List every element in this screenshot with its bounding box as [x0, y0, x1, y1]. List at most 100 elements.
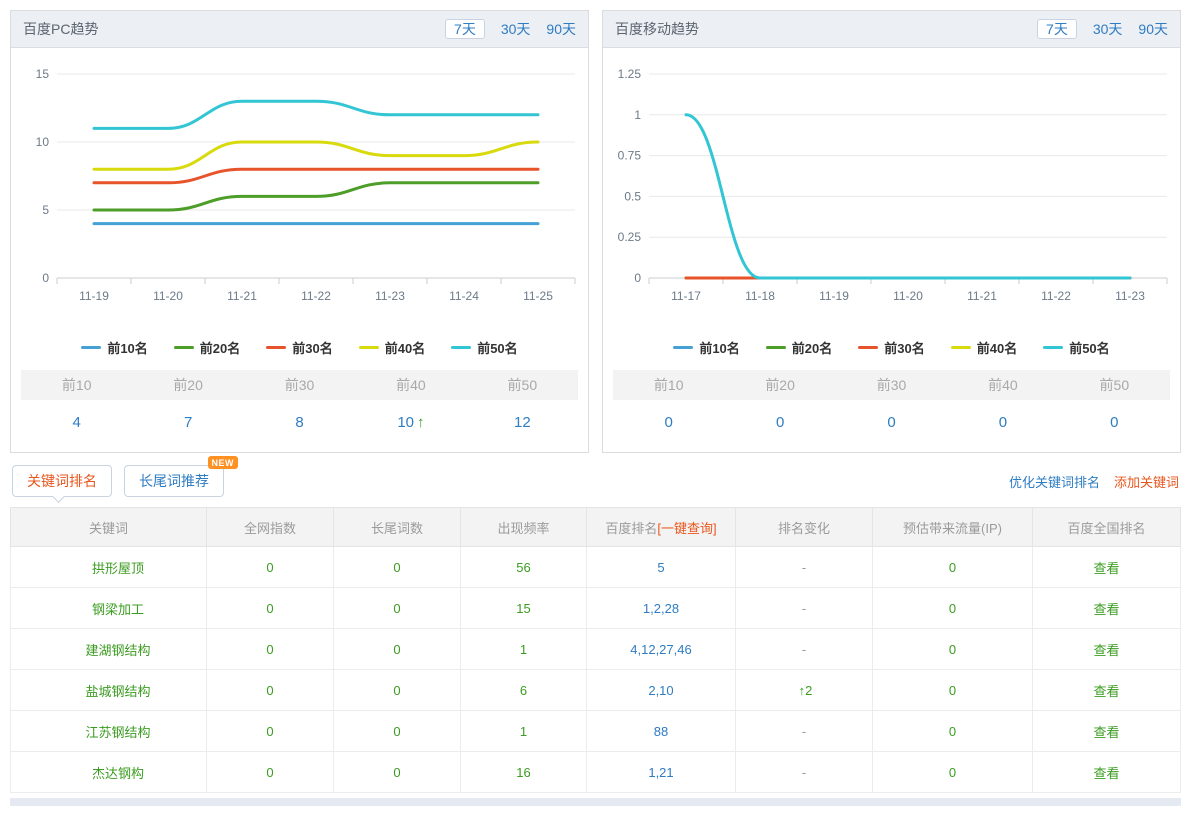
legend-item-前20名[interactable]: 前20名 — [174, 338, 240, 357]
legend-dash-icon — [359, 346, 379, 349]
baidu-rank-link[interactable]: 5 — [657, 560, 664, 575]
cell-traffic: 0 — [873, 711, 1033, 752]
legend-label: 前50名 — [1069, 338, 1109, 357]
legend-item-前30名[interactable]: 前30名 — [266, 338, 332, 357]
baidu-rank-link[interactable]: 4,12,27,46 — [630, 642, 691, 657]
baidu-rank-link[interactable]: 2,10 — [648, 683, 673, 698]
cell-keyword: 杰达钢构 — [11, 752, 207, 793]
view-link[interactable]: 查看 — [1093, 561, 1119, 576]
legend-dash-icon — [174, 346, 194, 349]
summary-value-前20[interactable]: 7 — [132, 414, 243, 431]
x-tick-label: 11-21 — [227, 289, 257, 303]
legend-item-前30名[interactable]: 前30名 — [858, 338, 924, 357]
summary-value-前10[interactable]: 4 — [21, 414, 132, 431]
cell-longtail: 0 — [334, 711, 461, 752]
view-link[interactable]: 查看 — [1093, 684, 1119, 699]
legend-dash-icon — [451, 346, 471, 349]
summary-value-前50[interactable]: 12 — [467, 414, 578, 431]
summary-header-前50: 前50 — [467, 375, 578, 395]
range-button-7天[interactable]: 7天 — [1037, 19, 1077, 39]
summary-header-前20: 前20 — [724, 375, 835, 395]
baidu-rank-link[interactable]: 1,21 — [648, 765, 673, 780]
range-button-30天[interactable]: 30天 — [1093, 21, 1123, 37]
table-row: 建湖钢结构0014,12,27,46-0查看 — [11, 629, 1181, 670]
mobile-trend-panel: 百度移动趋势 7天30天90天 00.250.50.7511.2511-1711… — [602, 10, 1181, 453]
view-link[interactable]: 查看 — [1093, 602, 1119, 617]
cell-value: 0 — [949, 642, 956, 657]
table-row: 江苏钢结构00188-0查看 — [11, 711, 1181, 752]
summary-header-前50: 前50 — [1059, 375, 1170, 395]
cell-rank-change: - — [736, 752, 873, 793]
legend-item-前10名[interactable]: 前10名 — [673, 338, 739, 357]
legend-item-前20名[interactable]: 前20名 — [766, 338, 832, 357]
cell-value: 0 — [393, 765, 400, 780]
legend-label: 前10名 — [107, 338, 147, 357]
cell-value: 0 — [266, 601, 273, 616]
summary-header-前40: 前40 — [355, 375, 466, 395]
cell-frequency: 6 — [461, 670, 587, 711]
baidu-rank-link[interactable]: 88 — [654, 724, 668, 739]
summary-value-前30[interactable]: 0 — [836, 414, 947, 431]
cell-value: 1 — [520, 642, 527, 657]
keyword-tabs: 关键词排名长尾词推荐NEW — [12, 465, 236, 497]
pc-panel-title: 百度PC趋势 — [23, 19, 441, 39]
cell-traffic: 0 — [873, 752, 1033, 793]
view-link[interactable]: 查看 — [1093, 766, 1119, 781]
cell-index: 0 — [207, 547, 334, 588]
x-tick-label: 11-22 — [1041, 289, 1071, 303]
summary-value-前20[interactable]: 0 — [724, 414, 835, 431]
cell-national-rank: 查看 — [1033, 588, 1181, 629]
legend-item-前40名[interactable]: 前40名 — [359, 338, 425, 357]
baidu-rank-link[interactable]: 1,2,28 — [643, 601, 679, 616]
tab-longtail-suggest[interactable]: 长尾词推荐NEW — [124, 465, 224, 497]
legend-item-前50名[interactable]: 前50名 — [451, 338, 517, 357]
x-tick-label: 11-23 — [1115, 289, 1145, 303]
cell-value: 0 — [266, 560, 273, 575]
cell-national-rank: 查看 — [1033, 711, 1181, 752]
legend-label: 前20名 — [792, 338, 832, 357]
new-badge: NEW — [208, 456, 239, 469]
cell-frequency: 16 — [461, 752, 587, 793]
x-tick-label: 11-18 — [745, 289, 775, 303]
summary-value-前30[interactable]: 8 — [244, 414, 355, 431]
keyword-table-head: 关键词全网指数长尾词数出现频率百度排名[一键查询]排名变化预估带来流量(IP)百… — [11, 508, 1181, 547]
x-tick-label: 11-22 — [301, 289, 331, 303]
cell-frequency: 1 — [461, 629, 587, 670]
cell-frequency: 15 — [461, 588, 587, 629]
range-button-90天[interactable]: 90天 — [1138, 21, 1168, 37]
cell-value: 0 — [949, 765, 956, 780]
cell-frequency: 1 — [461, 711, 587, 752]
mobile-summary-headers: 前10前20前30前40前50 — [613, 370, 1170, 400]
column-header-national-rank: 百度全国排名 — [1033, 508, 1181, 547]
cell-value: 0 — [393, 601, 400, 616]
legend-item-前40名[interactable]: 前40名 — [951, 338, 1017, 357]
range-button-30天[interactable]: 30天 — [501, 21, 531, 37]
view-link[interactable]: 查看 — [1093, 643, 1119, 658]
column-header-traffic: 预估带来流量(IP) — [873, 508, 1033, 547]
tab-keyword-rank[interactable]: 关键词排名 — [12, 465, 112, 497]
active-tab-caret-icon — [52, 490, 65, 503]
view-link[interactable]: 查看 — [1093, 725, 1119, 740]
mobile-chart-legend: 前10名 前20名 前30名 前40名 前50名 — [603, 336, 1180, 358]
pc-summary-values: 47810↑12 — [21, 400, 578, 444]
y-tick-label: 0.25 — [618, 230, 642, 244]
y-tick-label: 0 — [634, 271, 641, 285]
cell-national-rank: 查看 — [1033, 629, 1181, 670]
cell-value: 56 — [516, 560, 530, 575]
table-row: 拱形屋顶00565-0查看 — [11, 547, 1181, 588]
summary-value-前40[interactable]: 10↑ — [355, 414, 466, 431]
one-click-query-link[interactable]: [一键查询] — [657, 521, 716, 536]
pc-range-buttons: 7天 30天 90天 — [441, 18, 576, 40]
range-button-7天[interactable]: 7天 — [445, 19, 485, 39]
cell-value: 6 — [520, 683, 527, 698]
summary-value-前10[interactable]: 0 — [613, 414, 724, 431]
add-keyword-link[interactable]: 添加关键词 — [1114, 475, 1179, 490]
summary-value-前40[interactable]: 0 — [947, 414, 1058, 431]
optimize-keyword-rank-link[interactable]: 优化关键词排名 — [1009, 475, 1100, 490]
legend-dash-icon — [81, 346, 101, 349]
range-button-90天[interactable]: 90天 — [546, 21, 576, 37]
legend-item-前50名[interactable]: 前50名 — [1043, 338, 1109, 357]
legend-dash-icon — [673, 346, 693, 349]
legend-item-前10名[interactable]: 前10名 — [81, 338, 147, 357]
summary-value-前50[interactable]: 0 — [1059, 414, 1170, 431]
